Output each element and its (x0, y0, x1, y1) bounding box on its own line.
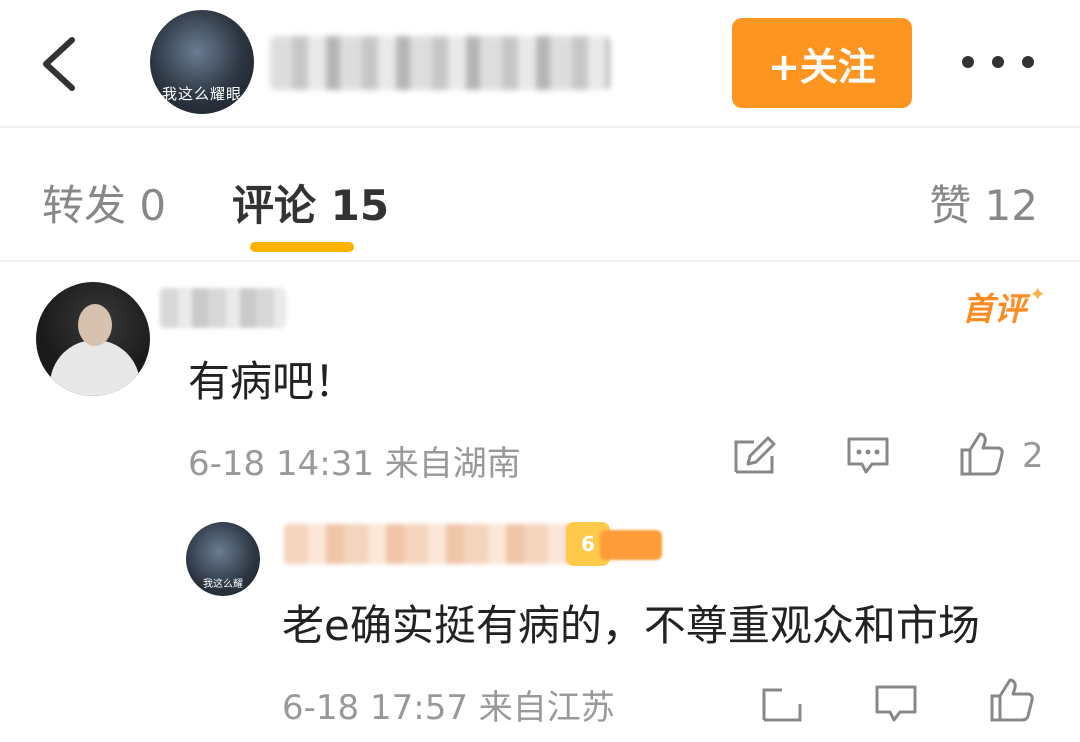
reply-text: 老e确实挺有病的，不尊重观众和市场 (282, 601, 980, 650)
top-bar: 我这么耀眼 +关注 (0, 0, 1080, 128)
follow-button[interactable]: +关注 (732, 18, 912, 108)
tab-bar: 转发 0 评论 15 赞 12 (0, 130, 1080, 262)
first-comment-badge-label: 首评 (962, 290, 1027, 328)
author-avatar[interactable]: 我这么耀眼 (150, 10, 254, 114)
reply-comment-icon[interactable] (874, 684, 918, 724)
more-icon[interactable] (962, 40, 1034, 84)
reply-avatar[interactable]: 我这么耀 (186, 522, 260, 596)
like-count: 2 (1022, 436, 1044, 476)
back-arrow-icon[interactable] (38, 34, 82, 94)
comment-meta: 6-18 14:31 来自湖南 (188, 444, 521, 484)
vip-badge: 6 (566, 522, 666, 566)
reply-name-blurred[interactable] (284, 524, 574, 564)
commenter-name-blurred[interactable] (160, 288, 286, 328)
comment-text: 有病吧！ (188, 357, 357, 406)
tab-comments[interactable]: 评论 15 (232, 172, 389, 233)
author-name-blurred[interactable] (270, 36, 610, 90)
reply-meta: 6-18 17:57 来自江苏 (282, 688, 615, 728)
reply-repost-icon[interactable] (760, 682, 806, 726)
tab-repost[interactable]: 转发 0 (42, 172, 166, 233)
first-comment-badge: 首评 ✦ (962, 282, 1047, 328)
tab-likes[interactable]: 赞 12 (929, 172, 1038, 233)
avatar-caption: 我这么耀眼 (161, 85, 242, 103)
active-tab-indicator (250, 242, 354, 252)
repost-icon[interactable] (732, 434, 778, 478)
like-icon[interactable] (958, 430, 1006, 478)
commenter-avatar[interactable] (36, 282, 150, 396)
reply-like-icon[interactable] (988, 676, 1036, 724)
reply-avatar-caption: 我这么耀 (203, 579, 243, 590)
comment-icon[interactable] (846, 436, 890, 476)
